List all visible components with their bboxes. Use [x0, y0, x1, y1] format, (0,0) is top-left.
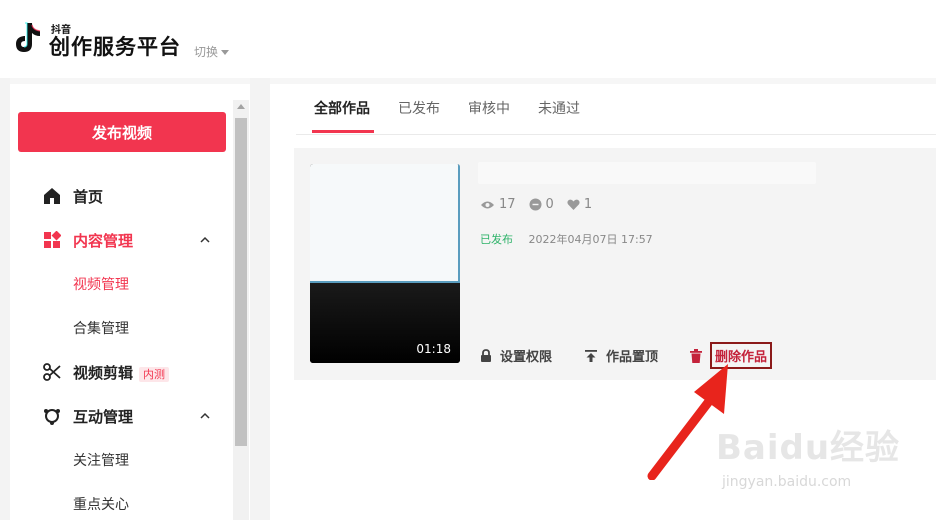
- watermark-main: Baidu经验: [716, 428, 901, 468]
- home-icon: [42, 186, 62, 206]
- likes-count: 1: [583, 197, 593, 212]
- tab-all-works[interactable]: 全部作品: [314, 98, 370, 118]
- sidebar: 发布视频 首页 内容管理 视频管理 合集管理 视频剪辑内测 互动管理 关注管理: [10, 90, 232, 520]
- scissors-icon: [42, 362, 62, 382]
- sidebar-item-label: 内容管理: [73, 231, 134, 250]
- sidebar-item-label: 重点关心: [73, 497, 129, 513]
- beta-badge: 内测: [139, 366, 170, 382]
- tab-rejected[interactable]: 未通过: [538, 98, 580, 118]
- views-stat: 17: [480, 197, 516, 212]
- baidu-watermark: Baidu经验 jingyan.baidu.com: [716, 418, 916, 498]
- douyin-logo-icon: [16, 22, 41, 52]
- switch-label: 切换: [194, 45, 219, 59]
- lock-icon: [481, 348, 491, 362]
- likes-stat: 1: [567, 197, 592, 212]
- views-count: 17: [499, 197, 516, 212]
- sidebar-scrollbar[interactable]: [233, 100, 249, 520]
- sidebar-item-label: 视频剪辑 内测: [73, 362, 170, 383]
- scroll-up-arrow-icon[interactable]: [237, 104, 245, 109]
- gutter: [0, 78, 10, 520]
- caret-down-icon: [221, 50, 230, 55]
- pin-top-icon: [585, 349, 598, 362]
- sidebar-item-label: 关注管理: [73, 453, 129, 469]
- sidebar-item-label: 合集管理: [73, 321, 129, 337]
- comments-count: 0: [545, 197, 554, 212]
- set-permission-label: 设置权限: [500, 350, 553, 365]
- gutter: [250, 78, 270, 520]
- switch-dropdown[interactable]: 切换: [194, 43, 230, 60]
- heart-icon: [567, 199, 580, 210]
- content-tabs: 全部作品 已发布 审核中 未通过: [296, 84, 936, 135]
- watermark-sub: jingyan.baidu.com: [722, 474, 852, 490]
- header: 抖音 创作服务平台 切换: [0, 0, 936, 78]
- tab-published[interactable]: 已发布: [398, 98, 440, 118]
- video-card: 01:18 17 0 1 已发布 2022年04月07日 17:57 设置权限 …: [294, 148, 936, 380]
- comment-icon: [529, 198, 542, 211]
- scroll-thumb[interactable]: [235, 118, 247, 446]
- chevron-up-icon: [200, 412, 210, 419]
- video-duration: 01:18: [416, 342, 451, 356]
- eye-icon: [481, 201, 494, 208]
- brand-title: 创作服务平台: [49, 35, 181, 59]
- sidebar-item-label: 首页: [73, 187, 104, 206]
- content-grid-icon: [42, 230, 62, 250]
- sidebar-item-label: 视频管理: [73, 277, 129, 293]
- status-badge: 已发布: [480, 233, 513, 246]
- video-thumbnail[interactable]: 01:18: [310, 164, 460, 363]
- sidebar-item-label: 互动管理: [73, 407, 134, 426]
- publish-video-button[interactable]: 发布视频: [18, 112, 226, 152]
- video-stats: 17 0 1: [480, 197, 605, 212]
- set-permission-button[interactable]: 设置权限: [480, 346, 552, 365]
- comments-stat: 0: [529, 197, 554, 212]
- status-row: 已发布 2022年04月07日 17:57: [480, 231, 653, 247]
- chevron-up-icon: [200, 236, 210, 243]
- thumbnail-top: [310, 164, 460, 282]
- tab-under-review[interactable]: 审核中: [468, 98, 510, 118]
- active-tab-indicator: [312, 130, 374, 133]
- publish-time: 2022年04月07日 17:57: [528, 233, 653, 246]
- video-title-placeholder: [478, 162, 816, 184]
- interaction-icon: [42, 406, 62, 426]
